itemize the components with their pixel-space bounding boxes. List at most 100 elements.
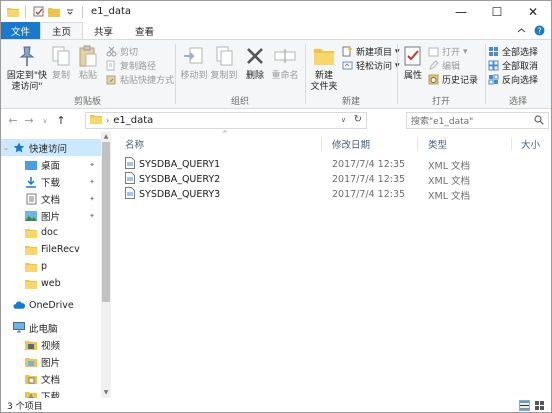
paste-shortcut-button[interactable]: 粘贴快捷方式 xyxy=(106,73,174,86)
tab-view[interactable]: 查看 xyxy=(124,22,165,39)
nav-this-pc[interactable]: 此电脑 xyxy=(1,319,101,336)
properties-icon[interactable] xyxy=(32,6,44,18)
paste-button[interactable]: 粘贴 xyxy=(77,43,99,82)
invert-selection-button[interactable]: 反向选择 xyxy=(488,73,538,86)
cut-button[interactable]: 剪切 xyxy=(106,45,138,58)
ribbon-tabs: 文件 主页 共享 查看 ? xyxy=(1,22,551,39)
group-new: 新建 文件夹 新建项目 ▾ 轻松访问 ▾ 新建 xyxy=(306,40,400,109)
copy-to-button[interactable]: 复制到 xyxy=(209,43,239,82)
properties-icon xyxy=(400,43,426,69)
up-button[interactable]: ↑ xyxy=(53,111,69,131)
rename-icon xyxy=(272,43,298,69)
column-header-date[interactable]: 修改日期 xyxy=(332,136,370,152)
nav-item-p[interactable]: p xyxy=(1,258,101,275)
star-icon xyxy=(13,142,25,154)
select-all-button[interactable]: 全部选择 xyxy=(488,45,538,58)
back-button[interactable]: ← xyxy=(5,111,21,131)
cloud-icon xyxy=(13,300,25,312)
search-input[interactable]: 搜索"e1_data" xyxy=(406,112,549,129)
copy-path-button[interactable]: 复制路径 xyxy=(106,59,156,72)
details-view-icon[interactable] xyxy=(519,400,530,411)
tab-share[interactable]: 共享 xyxy=(83,22,124,39)
column-header-name[interactable]: 名称 xyxy=(125,136,144,152)
table-row[interactable]: SYSDBA_QUERY3 2017/7/4 12:35 XML 文档 xyxy=(125,187,470,202)
nav-scrollbar-thumb[interactable] xyxy=(102,142,110,302)
large-icons-view-icon[interactable] xyxy=(534,400,545,411)
nav-onedrive[interactable]: OneDrive xyxy=(1,297,101,314)
refresh-icon[interactable]: ↻ xyxy=(354,114,362,125)
pin-icon: ✦ xyxy=(89,177,95,186)
chevron-down-icon: ▾ xyxy=(463,46,468,57)
table-row[interactable]: SYSDBA_QUERY2 2017/7/4 12:35 XML 文档 xyxy=(125,172,470,187)
move-to-icon xyxy=(181,43,207,69)
nav-item-web[interactable]: web xyxy=(1,275,101,292)
minimize-button[interactable]: — xyxy=(443,1,479,22)
nav-pc-pictures[interactable]: 图片 xyxy=(1,353,101,370)
group-label-organize: 组织 xyxy=(230,97,249,107)
file-list: ^ 名称 修改日期 类型 大小 SYSDBA_QUERY1 2017/7/4 1… xyxy=(115,130,551,398)
maximize-button[interactable]: ☐ xyxy=(479,1,515,22)
help-icon[interactable]: ? xyxy=(534,25,545,39)
paste-icon xyxy=(75,43,101,69)
easy-access-button[interactable]: 轻松访问 ▾ xyxy=(342,59,400,72)
new-item-button[interactable]: 新建项目 ▾ xyxy=(342,45,400,58)
nav-item-desktop[interactable]: 桌面 ✦ xyxy=(1,156,101,173)
nav-pc-downloads[interactable]: 下载 xyxy=(1,387,101,398)
folder-icon xyxy=(7,6,19,18)
breadcrumb-separator-icon[interactable]: › xyxy=(106,116,109,125)
videos-folder-icon xyxy=(25,339,37,351)
recent-locations-button[interactable]: ∨ xyxy=(37,111,53,131)
new-folder-button[interactable]: 新建 文件夹 xyxy=(308,43,340,93)
group-clipboard: 固定到"快 速访问" 复制 粘贴 剪切 复制路径 粘贴快捷方式 剪贴板 xyxy=(1,40,174,109)
title-bar: e1_data — ☐ ✕ xyxy=(1,1,551,22)
breadcrumb-current[interactable]: e1_data xyxy=(113,115,153,126)
nav-quick-access[interactable]: ⌄ 快速访问 xyxy=(1,139,101,156)
history-icon xyxy=(428,74,439,85)
column-header-type[interactable]: 类型 xyxy=(428,136,447,152)
pin-icon: ✦ xyxy=(89,160,95,169)
pin-quick-access-button[interactable]: 固定到"快 速访问" xyxy=(5,43,49,93)
move-to-button[interactable]: 移动到 xyxy=(179,43,209,82)
nav-item-pictures[interactable]: 图片 ✦ xyxy=(1,207,101,224)
new-folder-icon[interactable] xyxy=(48,6,60,18)
open-icon xyxy=(428,46,439,57)
new-folder-icon xyxy=(311,43,337,69)
delete-button[interactable]: 删除 xyxy=(243,43,267,82)
properties-button[interactable]: 属性 xyxy=(400,43,426,82)
nav-item-documents[interactable]: 文档 ✦ xyxy=(1,190,101,207)
table-row[interactable]: SYSDBA_QUERY1 2017/7/4 12:35 XML 文档 xyxy=(125,157,470,172)
history-button[interactable]: 历史记录 xyxy=(428,73,478,86)
scroll-up-icon[interactable]: ▲ xyxy=(101,132,111,142)
sort-ascending-icon: ^ xyxy=(222,130,228,138)
select-none-button[interactable]: 全部取消 xyxy=(488,59,538,72)
pin-icon xyxy=(14,43,40,69)
forward-button[interactable]: → xyxy=(21,111,37,131)
qat-dropdown-icon[interactable] xyxy=(64,6,76,18)
tab-file[interactable]: 文件 xyxy=(1,22,41,39)
group-label-new: 新建 xyxy=(341,97,360,107)
nav-item-downloads[interactable]: 下载 ✦ xyxy=(1,173,101,190)
address-dropdown-icon[interactable]: ∨ xyxy=(341,116,346,124)
edit-button[interactable]: 编辑 xyxy=(428,59,460,72)
column-header-size[interactable]: 大小 xyxy=(521,136,540,152)
nav-pc-videos[interactable]: 视频 xyxy=(1,336,101,353)
paste-shortcut-icon xyxy=(106,74,117,85)
xml-file-icon xyxy=(125,172,135,187)
pin-icon: ✦ xyxy=(89,211,95,220)
tab-home[interactable]: 主页 xyxy=(40,22,84,39)
ribbon-collapse-icon[interactable] xyxy=(517,26,526,38)
address-bar[interactable]: › e1_data ∨ ↻ xyxy=(85,112,367,129)
close-button[interactable]: ✕ xyxy=(515,1,551,22)
window-title: e1_data xyxy=(91,6,132,17)
nav-item-doc[interactable]: doc xyxy=(1,224,101,241)
copy-button[interactable]: 复制 xyxy=(50,43,72,82)
nav-pc-documents[interactable]: 文档 xyxy=(1,370,101,387)
scroll-down-icon[interactable]: ▼ xyxy=(101,388,111,398)
explorer-window: e1_data — ☐ ✕ 文件 主页 共享 查看 ? 固定到"快 速访问" 复… xyxy=(0,0,552,413)
scissors-icon xyxy=(106,46,117,57)
nav-item-filerecv[interactable]: FileRecv xyxy=(1,241,101,258)
nav-scrollbar[interactable]: ▲ ▼ xyxy=(101,132,111,398)
item-count: 3 个项目 xyxy=(7,402,43,412)
rename-button[interactable]: 重命名 xyxy=(270,43,300,82)
open-button[interactable]: 打开 ▾ xyxy=(428,45,468,58)
